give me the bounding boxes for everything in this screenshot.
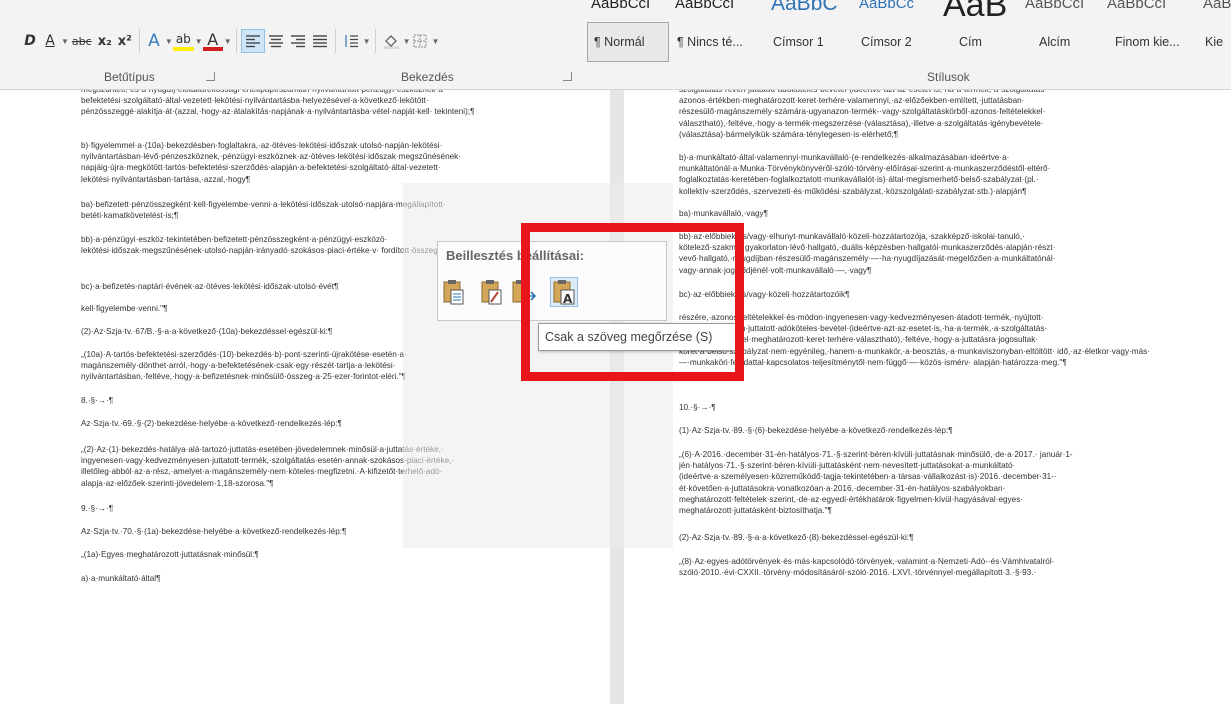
styles-gallery: AaBbCcI ¶ Normál AaBbCcI ¶ Nincs té... A… [585, 0, 1231, 68]
line-spacing-icon [345, 35, 358, 48]
style-title[interactable]: Cím [953, 22, 1013, 62]
style-preview: AaBbCc [859, 0, 915, 12]
paragraph[interactable]: részére,·azonos·feltételekkel·és·módon·i… [679, 312, 1154, 368]
style-preview: AaBbCcI [675, 0, 735, 12]
style-preview: AaBb [1203, 0, 1231, 12]
font-dialog-launcher-icon[interactable] [206, 72, 215, 81]
align-center-button[interactable] [265, 29, 287, 53]
styles-group-label: Stílusok [927, 70, 970, 84]
strikethrough-button[interactable]: abc [69, 29, 95, 53]
font-toolbar: D A ▼ abc x₂ x² A ▼ ab ▼ A ▼ ▼ ▼ ▼ [0, 24, 439, 58]
chevron-down-icon[interactable]: ▼ [363, 37, 371, 46]
style-subtitle[interactable]: Alcím [1033, 22, 1093, 62]
align-left-button[interactable] [240, 29, 265, 53]
line-spacing-button[interactable] [340, 29, 362, 53]
paragraph[interactable]: (1)·Az·Szja·tv.·89.·§·(6)·bekezdése·hely… [679, 425, 1154, 436]
paragraph[interactable]: (2)·Az·Szja·tv.·89.·§-a·a·következő·(8)·… [679, 532, 1154, 543]
text-effects-button[interactable]: A [144, 29, 164, 53]
style-no-spacing[interactable]: ¶ Nincs té... [671, 22, 759, 62]
style-heading-2[interactable]: Címsor 2 [855, 22, 933, 62]
paragraph[interactable]: „(8)·Az·egyes·adótörvények·és·más·kapcso… [679, 556, 1154, 578]
highlight-button[interactable]: ab [172, 31, 194, 51]
align-right-button[interactable] [287, 29, 309, 53]
paragraph[interactable]: a)·a·munkáltató·által¶ [81, 573, 537, 584]
paragraph[interactable]: b)·a·munkáltató·által·valamennyi·munkavá… [679, 152, 1154, 197]
justify-button[interactable] [309, 29, 331, 53]
paragraph[interactable]: bb)·az·előbbiek·és/vagy·elhunyt·munkavál… [679, 231, 1154, 276]
font-color-button[interactable]: A [202, 30, 223, 51]
style-preview: AaBbCcI [1107, 0, 1167, 12]
style-subtle-emphasis[interactable]: Finom kie... [1109, 22, 1199, 62]
style-heading-1[interactable]: Címsor 1 [767, 22, 845, 62]
borders-button[interactable] [410, 29, 430, 53]
paragraph[interactable]: „(6)·A·2016.·december·31-én·hatályos·71.… [679, 449, 1154, 516]
ribbon: D A ▼ abc x₂ x² A ▼ ab ▼ A ▼ ▼ ▼ ▼ Betűt… [0, 0, 1231, 90]
shading-button[interactable] [380, 29, 402, 53]
chevron-down-icon[interactable]: ▼ [224, 37, 232, 46]
style-emphasis[interactable]: Kie [1199, 22, 1231, 62]
align-left-icon [245, 35, 260, 48]
borders-icon [413, 34, 427, 48]
paste-merge-formatting-icon[interactable] [478, 277, 506, 307]
style-normal[interactable]: ¶ Normál [587, 22, 669, 62]
underline-button[interactable]: A [40, 29, 60, 53]
chevron-down-icon[interactable]: ▼ [61, 37, 69, 46]
divider [334, 29, 336, 53]
paragraph-dialog-launcher-icon[interactable] [563, 72, 572, 81]
superscript-button[interactable]: x² [115, 29, 135, 53]
bold-button[interactable]: D [20, 29, 40, 53]
paragraph[interactable]: megszünteti,·és·a·nyugdíj-előtakarékossá… [81, 90, 537, 118]
align-center-icon [268, 35, 283, 48]
paragraph[interactable]: bc)·az·előbbiek·és/vagy·közeli·hozzátart… [679, 289, 1154, 300]
divider [138, 29, 140, 53]
divider [235, 29, 237, 53]
paragraph[interactable]: 10.·§·→·¶ [679, 402, 1154, 413]
chevron-down-icon[interactable]: ▼ [195, 37, 203, 46]
font-group-label: Betűtípus [104, 70, 155, 84]
paragraph[interactable]: „(1a)·Egyes·meghatározott·juttatásnak·mi… [81, 549, 537, 560]
align-right-icon [290, 35, 305, 48]
chevron-down-icon[interactable]: ▼ [403, 37, 411, 46]
paragraph-group-label: Bekezdés [401, 70, 454, 84]
paragraph[interactable]: b)·figyelemmel·a·(10a)·bekezdésben·fogla… [81, 140, 537, 185]
style-preview: AaB [943, 0, 1007, 16]
style-preview: AaBbCcI [591, 0, 651, 12]
paint-bucket-icon [383, 35, 398, 49]
style-preview: AaBbC [771, 0, 838, 15]
chevron-down-icon[interactable]: ▼ [431, 37, 439, 46]
divider [374, 29, 376, 53]
justify-icon [312, 35, 327, 48]
paste-keep-source-formatting-icon[interactable] [440, 277, 468, 307]
style-preview: AaBbCcI [1025, 0, 1085, 12]
chevron-down-icon[interactable]: ▼ [165, 37, 173, 46]
subscript-button[interactable]: x₂ [95, 29, 115, 53]
paragraph[interactable]: szolgáltatás·révén·juttatott·adóköteles·… [679, 90, 1154, 140]
paragraph[interactable]: ba)·munkavállaló,·vagy¶ [679, 208, 1154, 219]
document-page-right[interactable]: szolgáltatás·révén·juttatott·adóköteles·… [624, 90, 1231, 704]
red-highlight-box [521, 223, 744, 381]
